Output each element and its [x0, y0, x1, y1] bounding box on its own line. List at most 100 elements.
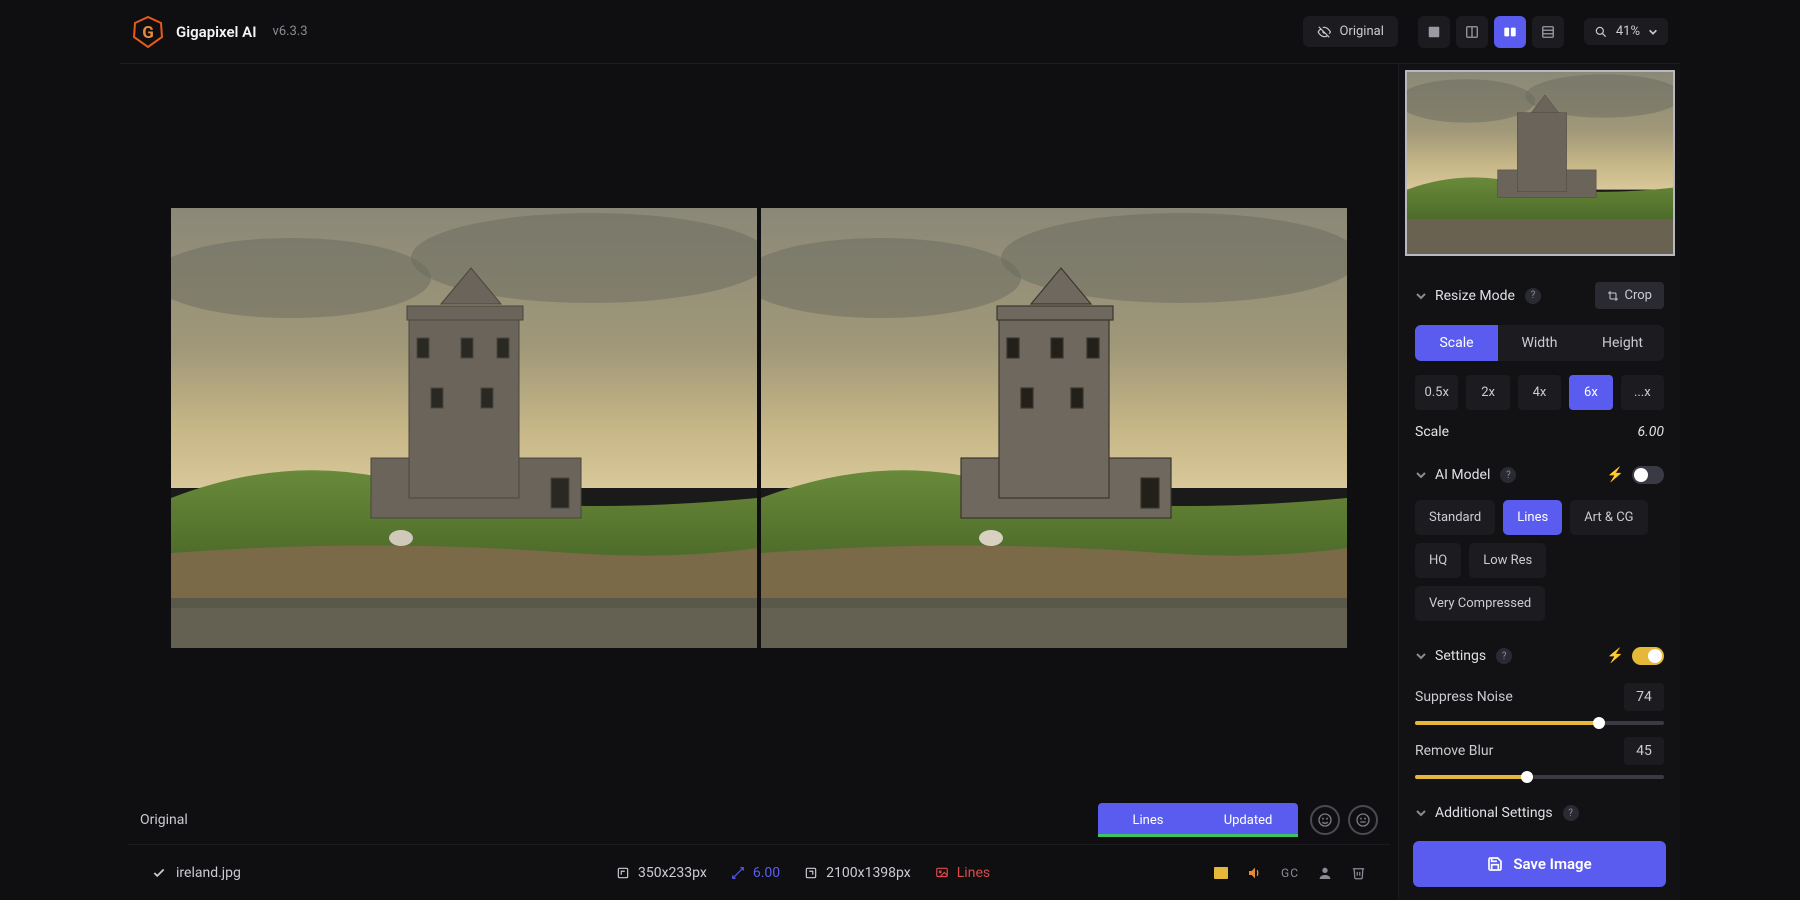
dimensions-in-icon	[616, 866, 630, 880]
slider-thumb[interactable]	[1593, 717, 1605, 729]
result-model-label: Lines	[1098, 813, 1198, 828]
color-tag-icon[interactable]	[1213, 865, 1229, 881]
canvas-area[interactable]	[128, 64, 1390, 792]
chevron-down-icon	[1648, 27, 1658, 37]
topbar: G Gigapixel AI v6.3.3 Original 41%	[120, 0, 1680, 64]
image-icon	[935, 866, 949, 880]
app-logo: G	[132, 16, 164, 48]
check-icon	[152, 866, 166, 880]
svg-text:G: G	[142, 23, 154, 43]
chevron-down-icon	[1415, 650, 1427, 662]
help-icon[interactable]: ?	[1500, 467, 1516, 483]
logo-title-group: G Gigapixel AI v6.3.3	[132, 16, 632, 48]
file-name: ireland.jpg	[176, 865, 241, 881]
magnifier-icon	[1594, 25, 1608, 39]
section-settings-header[interactable]: Settings ? ⚡	[1415, 641, 1664, 671]
scale-icon	[731, 866, 745, 880]
app-name: Gigapixel AI	[176, 23, 257, 41]
section-resize-header[interactable]: Resize Mode ? Crop	[1415, 276, 1664, 315]
section-aimodel-header[interactable]: AI Model ? ⚡	[1415, 460, 1664, 490]
help-icon[interactable]: ?	[1563, 805, 1579, 821]
model-grid: Standard Lines Art & CG HQ Low Res Very …	[1415, 500, 1664, 621]
aimodel-auto-toggle[interactable]	[1632, 466, 1664, 484]
slider-label: Suppress Noise	[1415, 689, 1513, 705]
view-sidebyside-button[interactable]	[1494, 16, 1526, 48]
aimodel-section-label: AI Model	[1435, 467, 1490, 483]
settings-auto-toggle[interactable]	[1632, 647, 1664, 665]
app-version: v6.3.3	[273, 24, 308, 39]
model-artcg[interactable]: Art & CG	[1570, 500, 1647, 535]
scale-4x[interactable]: 4x	[1518, 375, 1561, 410]
face-detect-icon[interactable]	[1317, 865, 1333, 881]
result-pill[interactable]: Lines Updated	[1098, 803, 1298, 837]
zoom-control[interactable]: 41%	[1584, 18, 1668, 45]
chevron-down-icon	[1415, 807, 1427, 819]
save-label: Save Image	[1513, 855, 1591, 873]
resize-tabs: Scale Width Height	[1415, 325, 1664, 361]
scale-6x[interactable]: 6x	[1569, 375, 1612, 410]
stat-original-dim: 350x233px	[616, 865, 707, 881]
section-additional-header[interactable]: Additional Settings ?	[1415, 799, 1664, 827]
labels-row: Original Lines Updated	[128, 792, 1390, 844]
scale-custom[interactable]: ...x	[1621, 375, 1664, 410]
scale-label: Scale	[1415, 424, 1449, 440]
trash-icon[interactable]	[1351, 865, 1366, 880]
crop-icon	[1607, 290, 1619, 302]
model-verycompressed[interactable]: Very Compressed	[1415, 586, 1545, 621]
slider-value[interactable]: 45	[1624, 737, 1664, 765]
feedback-neutral-button[interactable]	[1348, 805, 1378, 835]
preview-original	[171, 208, 757, 648]
view-grid-button[interactable]	[1532, 16, 1564, 48]
audio-compare-icon[interactable]	[1247, 865, 1263, 881]
slider-remove-blur: Remove Blur 45	[1415, 737, 1664, 779]
help-icon[interactable]: ?	[1496, 648, 1512, 664]
stat-model: Lines	[935, 865, 990, 881]
resize-tab-height[interactable]: Height	[1581, 325, 1664, 361]
bolt-icon: ⚡	[1607, 648, 1624, 664]
crop-button[interactable]: Crop	[1595, 282, 1664, 309]
model-lowres[interactable]: Low Res	[1469, 543, 1546, 578]
slider-thumb[interactable]	[1521, 771, 1533, 783]
view-single-button[interactable]	[1418, 16, 1450, 48]
dimensions-out-icon	[804, 866, 818, 880]
additional-section-label: Additional Settings	[1435, 805, 1553, 821]
stat-scale-factor: 6.00	[731, 865, 780, 881]
scale-2x[interactable]: 2x	[1466, 375, 1509, 410]
save-icon	[1487, 856, 1503, 872]
slider-value[interactable]: 74	[1624, 683, 1664, 711]
file-row: ireland.jpg 350x233px 6.00 2100x1398px L…	[128, 844, 1390, 900]
resize-tab-width[interactable]: Width	[1498, 325, 1581, 361]
bolt-icon: ⚡	[1607, 467, 1624, 483]
slider-suppress-noise: Suppress Noise 74	[1415, 683, 1664, 725]
scale-presets: 0.5x 2x 4x 6x ...x	[1415, 375, 1664, 410]
eye-off-icon	[1317, 25, 1331, 39]
feedback-happy-button[interactable]	[1310, 805, 1340, 835]
scale-value: 6.00	[1638, 424, 1664, 440]
model-standard[interactable]: Standard	[1415, 500, 1495, 535]
slider-label: Remove Blur	[1415, 743, 1493, 759]
model-hq[interactable]: HQ	[1415, 543, 1461, 578]
navigator-thumbnail[interactable]	[1405, 70, 1675, 256]
chevron-down-icon	[1415, 469, 1427, 481]
stat-output-dim: 2100x1398px	[804, 865, 911, 881]
sidebar: Resize Mode ? Crop Scale Width Height 0.…	[1398, 64, 1680, 900]
help-icon[interactable]: ?	[1525, 288, 1541, 304]
chevron-down-icon	[1415, 290, 1427, 302]
preview-processed	[761, 208, 1347, 648]
model-lines[interactable]: Lines	[1503, 500, 1562, 535]
scale-0-5x[interactable]: 0.5x	[1415, 375, 1458, 410]
label-original: Original	[140, 812, 188, 828]
slider-track[interactable]	[1415, 721, 1664, 725]
slider-track[interactable]	[1415, 775, 1664, 779]
resize-tab-scale[interactable]: Scale	[1415, 325, 1498, 361]
original-label: Original	[1339, 24, 1383, 39]
result-status-label: Updated	[1198, 813, 1298, 828]
zoom-value: 41%	[1616, 24, 1640, 39]
view-mode-group	[1416, 14, 1566, 50]
view-split-button[interactable]	[1456, 16, 1488, 48]
save-image-button[interactable]: Save Image	[1413, 841, 1666, 887]
gc-icon[interactable]: GC	[1281, 866, 1299, 880]
settings-section-label: Settings	[1435, 648, 1486, 664]
toggle-original-button[interactable]: Original	[1303, 16, 1397, 47]
resize-section-label: Resize Mode	[1435, 288, 1515, 304]
